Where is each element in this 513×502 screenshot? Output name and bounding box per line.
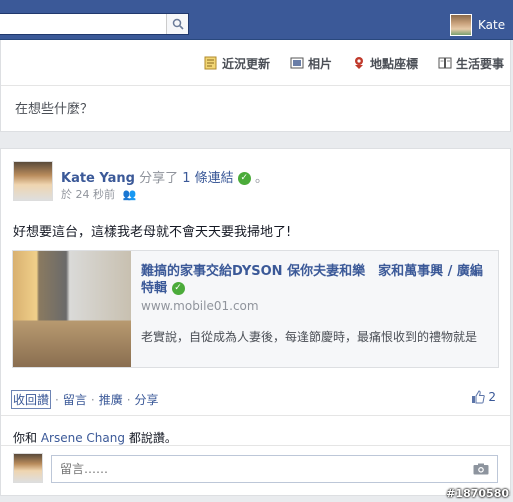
story-actions: 收回讚 · 留言 · 推廣 · 分享 (11, 390, 159, 409)
link-thumbnail[interactable] (13, 251, 131, 367)
tab-status-update-label: 近況更新 (221, 56, 270, 71)
divider (1, 445, 510, 446)
audience-friends-icon[interactable]: 👥 (123, 188, 137, 201)
tab-photos[interactable]: 相片 (290, 55, 332, 72)
book-icon (438, 57, 452, 69)
like-count-value: 2 (488, 390, 496, 404)
unlike-button[interactable]: 收回讚 (11, 390, 52, 409)
tab-place[interactable]: 地點座標 (352, 55, 418, 72)
top-navigation-bar: Kate (0, 0, 513, 40)
period: 。 (254, 171, 268, 186)
promote-button[interactable]: 推廣 (99, 391, 123, 408)
tab-photos-label: 相片 (307, 56, 332, 71)
divider (1, 415, 510, 416)
checkmark-icon: ✓ (171, 282, 185, 295)
status-composer: 近況更新 相片 地點座標 生活要事 在想些什麼？ (0, 40, 511, 132)
story-action: 分享了 (139, 171, 179, 186)
tab-life-event-label: 生活要事 (455, 56, 504, 71)
watermark: #1870580 (446, 487, 509, 500)
photo-icon (290, 57, 304, 69)
comment-input[interactable] (52, 462, 473, 476)
liker-name[interactable]: Arsene Chang (41, 431, 125, 445)
shared-link-card[interactable]: 難搞的家事交給DYSON 保你夫妻和樂 家和萬事興 / 廣編特輯 ✓ www.m… (12, 250, 499, 368)
composer-tabs: 近況更新 相片 地點座標 生活要事 (184, 48, 504, 78)
author-name[interactable]: Kate Yang (61, 171, 135, 186)
status-input[interactable]: 在想些什麼？ (15, 98, 93, 117)
user-name: Kate (478, 18, 506, 32)
comment-box (51, 455, 498, 483)
tab-life-event[interactable]: 生活要事 (438, 55, 504, 72)
search-box (0, 13, 189, 35)
timestamp[interactable]: 於 24 秒前 👥 (61, 186, 136, 202)
like-count[interactable]: 2 (471, 390, 496, 404)
pencil-note-icon (204, 56, 217, 70)
link-title[interactable]: 難搞的家事交給DYSON 保你夫妻和樂 家和萬事興 / 廣編特輯 ✓ (141, 263, 491, 297)
comment-button[interactable]: 留言 (63, 391, 87, 408)
link-title-text: 難搞的家事交給DYSON 保你夫妻和樂 家和萬事興 / 廣編特輯 (141, 264, 483, 296)
likes-summary: 你和 Arsene Chang 都說讚。 (13, 429, 177, 446)
news-feed-story: Kate Yang 分享了 1 條連結 ✓ 。 於 24 秒前 👥 好想要這台，… (0, 148, 511, 496)
divider (1, 85, 510, 86)
thumbs-up-icon (472, 390, 486, 404)
search-button[interactable] (166, 14, 188, 34)
post-message: 好想要這台，這樣我老母就不會天天要我掃地了! (13, 225, 292, 240)
checkmark-icon: ✓ (237, 172, 251, 185)
separator-dot: · (90, 392, 95, 407)
likes-prefix: 你和 (13, 431, 38, 445)
story-header: Kate Yang 分享了 1 條連結 ✓ 。 (61, 167, 268, 186)
author-avatar[interactable] (13, 161, 53, 201)
tab-status-update[interactable]: 近況更新 (204, 55, 270, 72)
link-description: 老實說，自從成為人妻後，每逢節慶時，最痛恨收到的禮物就是 (141, 330, 478, 344)
map-pin-icon (354, 57, 363, 69)
timestamp-text: 於 24 秒前 (61, 188, 115, 201)
camera-icon[interactable] (473, 463, 489, 475)
separator-dot: · (55, 392, 59, 407)
tab-place-label: 地點座標 (369, 56, 418, 71)
share-button[interactable]: 分享 (135, 391, 159, 408)
profile-link[interactable]: Kate (450, 14, 505, 36)
avatar (450, 14, 472, 36)
link-domain: www.mobile01.com (141, 299, 259, 313)
avatar (13, 453, 43, 483)
search-input[interactable] (0, 14, 160, 34)
search-icon (172, 18, 184, 30)
separator-dot: · (126, 392, 131, 407)
link-count[interactable]: 1 條連結 (182, 171, 233, 186)
likes-suffix: 都說讚。 (128, 431, 177, 445)
